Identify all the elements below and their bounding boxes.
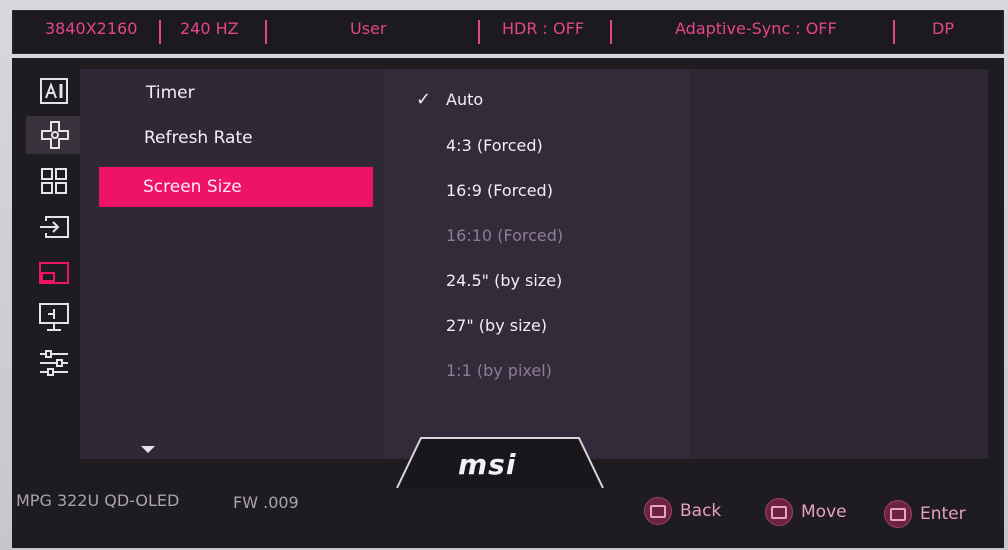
status-refresh-rate: 240 HZ	[180, 19, 239, 38]
status-profile: User	[350, 19, 387, 38]
move-joystick-icon	[765, 498, 793, 526]
display-icon	[39, 303, 69, 331]
menu-item-refresh-rate[interactable]: Refresh Rate	[144, 118, 253, 158]
category-nav	[24, 72, 84, 472]
option-auto[interactable]: Auto	[446, 85, 483, 115]
status-separator	[893, 20, 895, 44]
status-hdr: HDR : OFF	[502, 19, 585, 38]
gamepad-icon	[41, 121, 69, 149]
model-name: MPG 322U QD-OLED	[16, 491, 180, 510]
checkmark-icon: ✓	[416, 89, 432, 110]
nav-ai-item[interactable]	[34, 72, 74, 110]
option-1-1-by-pixel: 1:1 (by pixel)	[446, 361, 552, 380]
menu-item-screen-size[interactable]: Screen Size	[99, 167, 373, 207]
grid-icon	[41, 168, 67, 194]
settings-sliders-icon	[40, 350, 68, 376]
nav-pip-item[interactable]	[34, 254, 74, 292]
back-hint[interactable]: Back	[644, 497, 721, 525]
monitor-screen: 3840X2160 240 HZ User HDR : OFF Adaptive…	[0, 0, 1008, 550]
move-hint[interactable]: Move	[765, 498, 847, 526]
status-bar: 3840X2160 240 HZ User HDR : OFF Adaptive…	[12, 10, 1004, 54]
status-input: DP	[932, 19, 954, 38]
msi-logo: msi	[458, 448, 517, 481]
options-column	[384, 69, 690, 459]
option-27-by-size[interactable]: 27" (by size)	[446, 311, 547, 341]
enter-hint-label: Enter	[920, 504, 966, 524]
status-adaptive-sync: Adaptive-Sync : OFF	[675, 19, 837, 38]
nav-input-source-item[interactable]	[34, 208, 74, 246]
status-separator	[265, 20, 267, 44]
option-4-3-forced[interactable]: 4:3 (Forced)	[446, 131, 543, 161]
firmware-version: FW .009	[233, 493, 299, 512]
nav-display-item[interactable]	[34, 298, 74, 336]
nav-professional-item[interactable]	[34, 162, 74, 200]
nav-settings-item[interactable]	[34, 344, 74, 382]
nav-gaming-item[interactable]	[26, 116, 84, 154]
move-hint-label: Move	[801, 502, 847, 522]
status-separator	[159, 20, 161, 44]
status-separator	[610, 20, 612, 44]
ai-icon	[40, 78, 68, 104]
back-hint-label: Back	[680, 501, 722, 521]
back-joystick-icon	[644, 497, 672, 525]
option-24-5-by-size[interactable]: 24.5" (by size)	[446, 266, 562, 296]
option-16-10-forced: 16:10 (Forced)	[446, 226, 564, 245]
detail-column	[690, 69, 988, 459]
enter-hint[interactable]: Enter	[884, 500, 966, 528]
option-16-9-forced[interactable]: 16:9 (Forced)	[446, 176, 553, 206]
pip-icon	[39, 262, 69, 284]
status-separator	[478, 20, 480, 44]
menu-item-timer[interactable]: Timer	[146, 73, 195, 113]
scroll-down-arrow-icon[interactable]	[141, 446, 155, 453]
status-resolution: 3840X2160	[45, 19, 138, 38]
input-source-icon	[40, 216, 69, 238]
enter-joystick-icon	[884, 500, 912, 528]
